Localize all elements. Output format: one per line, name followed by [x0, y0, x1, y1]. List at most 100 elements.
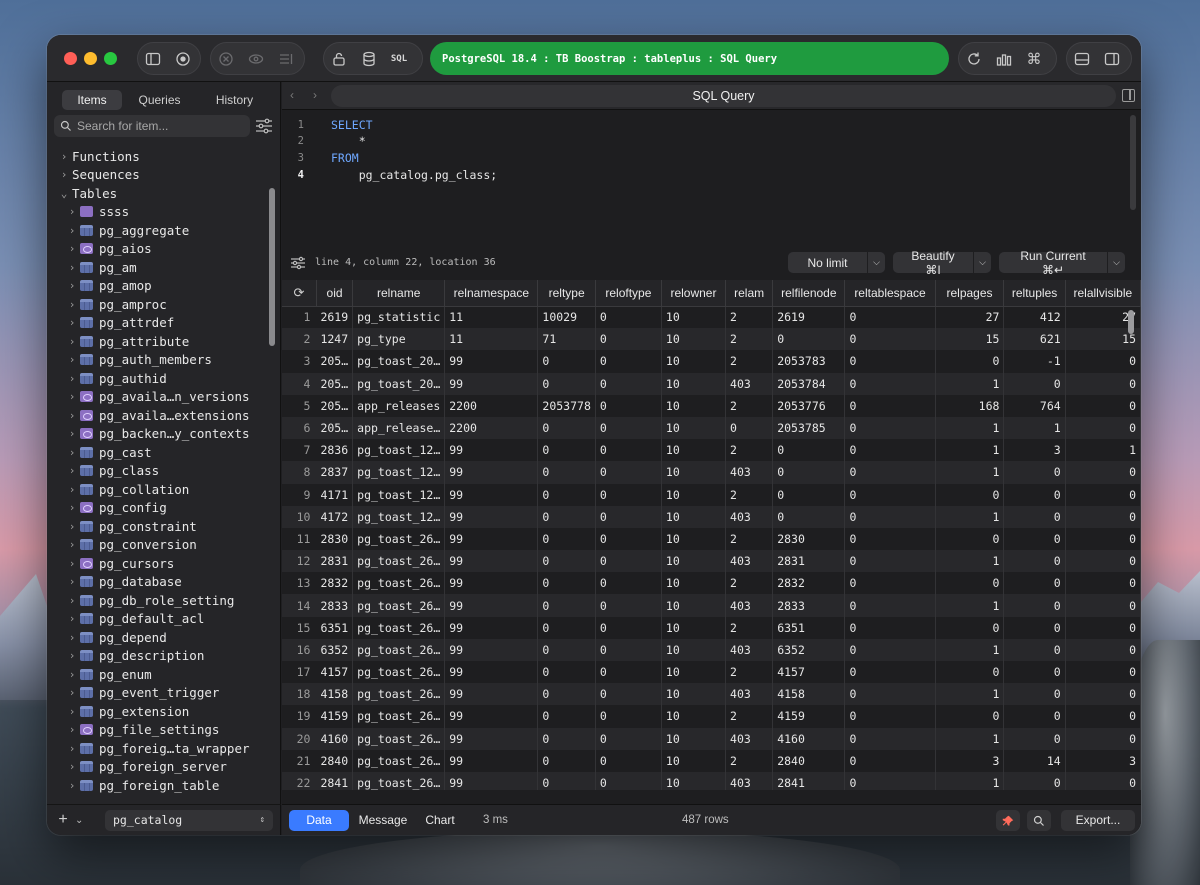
table-cell[interactable]: 10: [661, 416, 727, 440]
table-cell[interactable]: 2053778: [537, 394, 596, 417]
table-row[interactable]: 18 4158 pg_toast_26… 99 0 0 10 403 4158 0 1 0 0: [282, 683, 1141, 706]
table-cell[interactable]: 412: [1003, 306, 1066, 329]
command-icon[interactable]: ⌘: [1019, 44, 1049, 74]
tree-item-table[interactable]: › pg_attribute: [47, 332, 269, 351]
table-cell[interactable]: 1: [935, 372, 1005, 395]
table-cell[interactable]: 2: [725, 661, 774, 684]
table-cell[interactable]: -1: [1003, 350, 1066, 373]
table-cell[interactable]: 764: [1003, 394, 1066, 417]
table-cell[interactable]: 0: [537, 638, 596, 661]
table-cell[interactable]: 99: [444, 439, 539, 462]
tree-item-table[interactable]: › pg_db_role_setting: [47, 591, 269, 610]
table-cell[interactable]: app_releases: [352, 394, 446, 417]
table-cell[interactable]: 0: [844, 771, 936, 790]
table-cell[interactable]: pg_toast_12…: [352, 483, 446, 506]
tree-item-table[interactable]: › pg_description: [47, 647, 269, 666]
table-cell[interactable]: 0: [1065, 394, 1141, 417]
column-header[interactable]: relnamespace: [444, 280, 539, 307]
chevron-right-icon[interactable]: ›: [67, 279, 77, 292]
table-cell[interactable]: 0: [595, 306, 662, 329]
table-cell[interactable]: 1247: [316, 328, 354, 351]
chevron-right-icon[interactable]: ›: [67, 446, 77, 459]
search-results-icon[interactable]: [1027, 810, 1051, 831]
table-cell[interactable]: pg_toast_26…: [352, 705, 446, 728]
table-cell[interactable]: pg_toast_20…: [352, 372, 446, 395]
minimize-window-button[interactable]: [84, 52, 97, 65]
table-row[interactable]: 6 205… app_release… 2200 0 0 10 0 2053785 0 1 1 0: [282, 416, 1141, 440]
table-cell[interactable]: 10: [661, 306, 727, 329]
table-row[interactable]: 16 6352 pg_toast_26… 99 0 0 10 403 6352 0 1 0 0: [282, 638, 1141, 661]
table-cell[interactable]: 0: [772, 505, 846, 528]
table-cell[interactable]: pg_toast_26…: [352, 616, 446, 639]
table-cell[interactable]: 99: [444, 350, 539, 373]
tree-item-table[interactable]: › pg_amproc: [47, 295, 269, 314]
table-cell[interactable]: 0: [595, 771, 662, 790]
tree-item-table[interactable]: › pg_authid: [47, 369, 269, 388]
table-cell[interactable]: 205…: [316, 372, 354, 395]
table-cell[interactable]: 403: [725, 594, 774, 617]
table-cell[interactable]: 0: [595, 705, 662, 728]
table-cell[interactable]: 0: [1003, 372, 1066, 395]
table-cell[interactable]: pg_toast_26…: [352, 638, 446, 661]
schema-selector[interactable]: pg_catalog ⇕: [105, 809, 273, 831]
tab-queries[interactable]: Queries: [122, 90, 197, 110]
table-row[interactable]: 21 2840 pg_toast_26… 99 0 0 10 2 2840 0 3 14 3: [282, 749, 1141, 772]
table-cell[interactable]: 0: [935, 572, 1005, 595]
lock-icon[interactable]: [324, 44, 354, 74]
chevron-right-icon[interactable]: ›: [67, 261, 77, 274]
table-cell[interactable]: 99: [444, 550, 539, 573]
table-cell[interactable]: 10: [661, 394, 727, 417]
table-cell[interactable]: pg_type: [352, 328, 446, 351]
table-cell[interactable]: 0: [1065, 616, 1141, 639]
chevron-right-icon[interactable]: ›: [67, 594, 77, 607]
table-cell[interactable]: 0: [1065, 461, 1141, 484]
table-cell[interactable]: 2053776: [772, 394, 846, 417]
table-cell[interactable]: 6352: [316, 638, 354, 661]
table-cell[interactable]: 1: [1065, 439, 1141, 462]
table-cell[interactable]: 0: [1065, 372, 1141, 395]
table-cell[interactable]: 0: [772, 328, 846, 351]
column-header[interactable]: reltablespace: [844, 280, 936, 307]
tree-item-table[interactable]: › pg_auth_members: [47, 351, 269, 370]
table-cell[interactable]: 1: [935, 550, 1005, 573]
table-cell[interactable]: 2: [725, 306, 774, 329]
table-cell[interactable]: pg_toast_12…: [352, 505, 446, 528]
tab-message[interactable]: Message: [352, 810, 414, 831]
table-cell[interactable]: 1: [935, 727, 1005, 750]
table-cell[interactable]: 10: [661, 727, 727, 750]
table-cell[interactable]: 0: [537, 527, 596, 551]
sql-editor[interactable]: 1 SELECT 2 * 3 FROM 4 pg_catalog.pg_clas…: [282, 111, 1141, 247]
table-cell[interactable]: 99: [444, 527, 539, 551]
table-cell[interactable]: 4171: [316, 483, 354, 506]
table-cell[interactable]: 0: [1003, 638, 1066, 661]
table-cell[interactable]: 6352: [772, 638, 846, 661]
tree-item-table[interactable]: › pg_amop: [47, 277, 269, 296]
toggle-right-panel-icon[interactable]: [1097, 44, 1127, 74]
tree-item-table[interactable]: › pg_aggregate: [47, 221, 269, 240]
table-cell[interactable]: 0: [844, 527, 936, 551]
table-cell[interactable]: 99: [444, 771, 539, 790]
chevron-right-icon[interactable]: ›: [67, 298, 77, 311]
column-header[interactable]: relallvisible: [1065, 280, 1141, 307]
table-cell[interactable]: 0: [1003, 594, 1066, 617]
chevron-right-icon[interactable]: ›: [67, 409, 77, 422]
table-cell[interactable]: 2831: [316, 550, 354, 573]
table-cell[interactable]: 0: [537, 594, 596, 617]
table-row[interactable]: 8 2837 pg_toast_12… 99 0 0 10 403 0 0 1 0 0: [282, 461, 1141, 484]
chevron-right-icon[interactable]: ›: [67, 335, 77, 348]
table-cell[interactable]: 0: [844, 483, 936, 506]
tree-section[interactable]: ⌄ Tables: [47, 184, 269, 203]
chevron-down-icon[interactable]: ⌵: [1107, 252, 1125, 273]
table-cell[interactable]: 10: [661, 505, 727, 528]
table-cell[interactable]: 2053784: [772, 372, 846, 395]
table-cell[interactable]: 2: [725, 394, 774, 417]
table-row[interactable]: 13 2832 pg_toast_26… 99 0 0 10 2 2832 0 0 0 0: [282, 572, 1141, 595]
chevron-right-icon[interactable]: ›: [67, 742, 77, 755]
table-cell[interactable]: 10: [661, 461, 727, 484]
table-cell[interactable]: 0: [1065, 727, 1141, 750]
tree-item-table[interactable]: › pg_foreig…ta_wrapper: [47, 739, 269, 758]
table-cell[interactable]: 1: [935, 771, 1005, 790]
table-row[interactable]: 17 4157 pg_toast_26… 99 0 0 10 2 4157 0 0 0 0: [282, 661, 1141, 684]
table-cell[interactable]: 1: [935, 594, 1005, 617]
table-cell[interactable]: 99: [444, 372, 539, 395]
